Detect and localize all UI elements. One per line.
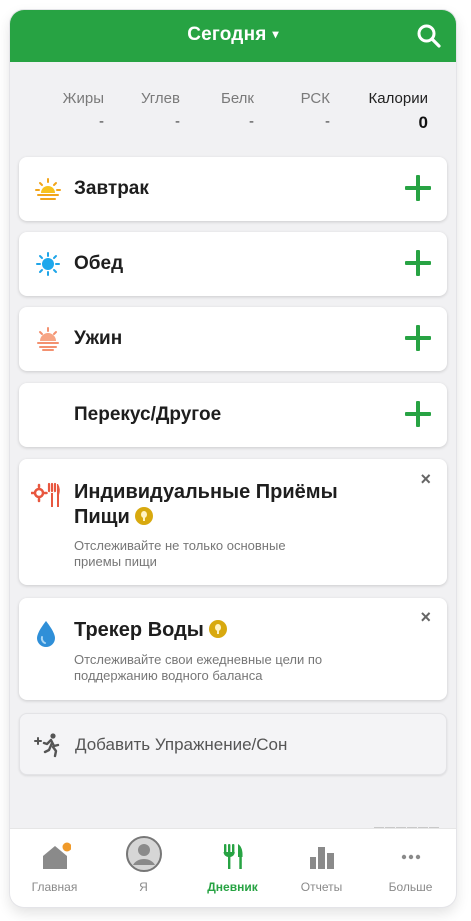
sun-icon [36,252,60,276]
protein-column: Белк - [207,90,254,130]
promo-title-line2: Пищи [74,506,130,528]
tab-more[interactable]: Больше [366,829,455,907]
promo-desc-line1: Отслеживайте свои ежедневные цели по [74,652,323,667]
tab-label: Больше [388,880,433,894]
sunrise-icon [35,178,61,200]
promo-description: Отслеживайте не только основные приемы п… [74,538,286,570]
tab-label: Я [139,880,148,894]
moon-icon [41,406,52,425]
rsk-label: РСК [300,90,330,107]
tab-label: Дневник [207,880,258,894]
tab-label: Главная [31,880,78,894]
add-breakfast-icon[interactable] [405,175,431,201]
calories-value: 0 [418,113,428,132]
promo-title-line1: Индивидуальные Приёмы [74,481,338,503]
reports-icon [310,847,334,869]
promo-title: Трекер Воды [74,618,227,643]
tab-home[interactable]: Главная [10,829,99,907]
date-selector[interactable]: Сегодня ▾ [10,24,456,46]
diary-icon [223,844,243,869]
fat-value: - [99,113,104,130]
meal-card-snack[interactable]: Перекус/Другое [19,383,447,447]
add-exercise-label: Добавить Упражнение/Сон [75,735,288,754]
protein-label: Белк [220,90,254,107]
water-drop-icon [37,621,55,647]
tab-label: Отчеты [300,880,343,894]
profile-icon [126,836,162,872]
fat-label: Жиры [62,90,104,107]
tab-reports[interactable]: Отчеты [277,829,366,907]
caret-down-icon: ▾ [272,27,279,41]
promo-title: Индивидуальные Приёмы Пищи [74,480,338,530]
premium-lock-icon [134,507,153,525]
protein-value: - [249,113,254,130]
premium-lock-icon [208,620,227,638]
top-bar: Сегодня ▾ [10,10,456,62]
meal-label: Обед [74,253,124,274]
promo-description: Отслеживайте свои ежедневные цели по под… [74,652,322,684]
nutrient-summary: Жиры - Углев - Белк - РСК - Калории 0 [10,90,456,150]
more-icon [401,854,421,860]
add-lunch-icon[interactable] [405,250,431,276]
close-icon[interactable]: × [420,607,431,628]
close-icon[interactable]: × [420,469,431,490]
carbs-column: Углев - [130,90,180,130]
promo-desc-line2: приемы пищи [74,554,157,569]
notification-badge [62,842,71,852]
meal-card-dinner[interactable]: Ужин [19,307,447,371]
custom-meals-promo-card[interactable]: Индивидуальные Приёмы Пищи Отслеживайте … [19,459,447,585]
bottom-tab-bar: Главная Я Дневник Отчеты Больше [10,828,456,907]
carbs-value: - [175,113,180,130]
water-tracker-promo-card[interactable]: Трекер Воды Отслеживайте свои ежедневные… [19,598,447,700]
promo-title-text: Трекер Воды [74,619,204,641]
carbs-label: Углев [140,90,180,107]
custom-meals-icon [31,482,60,507]
date-title: Сегодня [187,24,267,45]
rsk-value: - [325,113,330,130]
add-dinner-icon[interactable] [405,325,431,351]
exercise-icon [34,733,60,758]
calories-column: Калории 0 [355,90,428,133]
tab-diary[interactable]: Дневник [188,829,277,907]
promo-desc-line1: Отслеживайте не только основные [74,538,286,553]
app-screen: Сегодня ▾ Жиры - Углев - Белк - РСК - Кал… [10,10,456,907]
calories-label: Калории [368,90,428,107]
promo-desc-line2: поддержанию водного баланса [74,668,263,683]
add-exercise-button[interactable]: Добавить Упражнение/Сон [19,713,447,775]
meal-label: Ужин [74,328,123,349]
sunset-icon [37,327,59,351]
fat-column: Жиры - [54,90,104,130]
home-icon [43,842,71,869]
meal-card-lunch[interactable]: Обед [19,232,447,296]
meal-label: Перекус/Другое [74,404,222,425]
add-snack-icon[interactable] [405,401,431,427]
meal-label: Завтрак [74,178,149,199]
rsk-column: РСК - [290,90,330,130]
tab-me[interactable]: Я [99,829,188,907]
meal-card-breakfast[interactable]: Завтрак [19,157,447,221]
search-icon[interactable] [416,23,442,49]
